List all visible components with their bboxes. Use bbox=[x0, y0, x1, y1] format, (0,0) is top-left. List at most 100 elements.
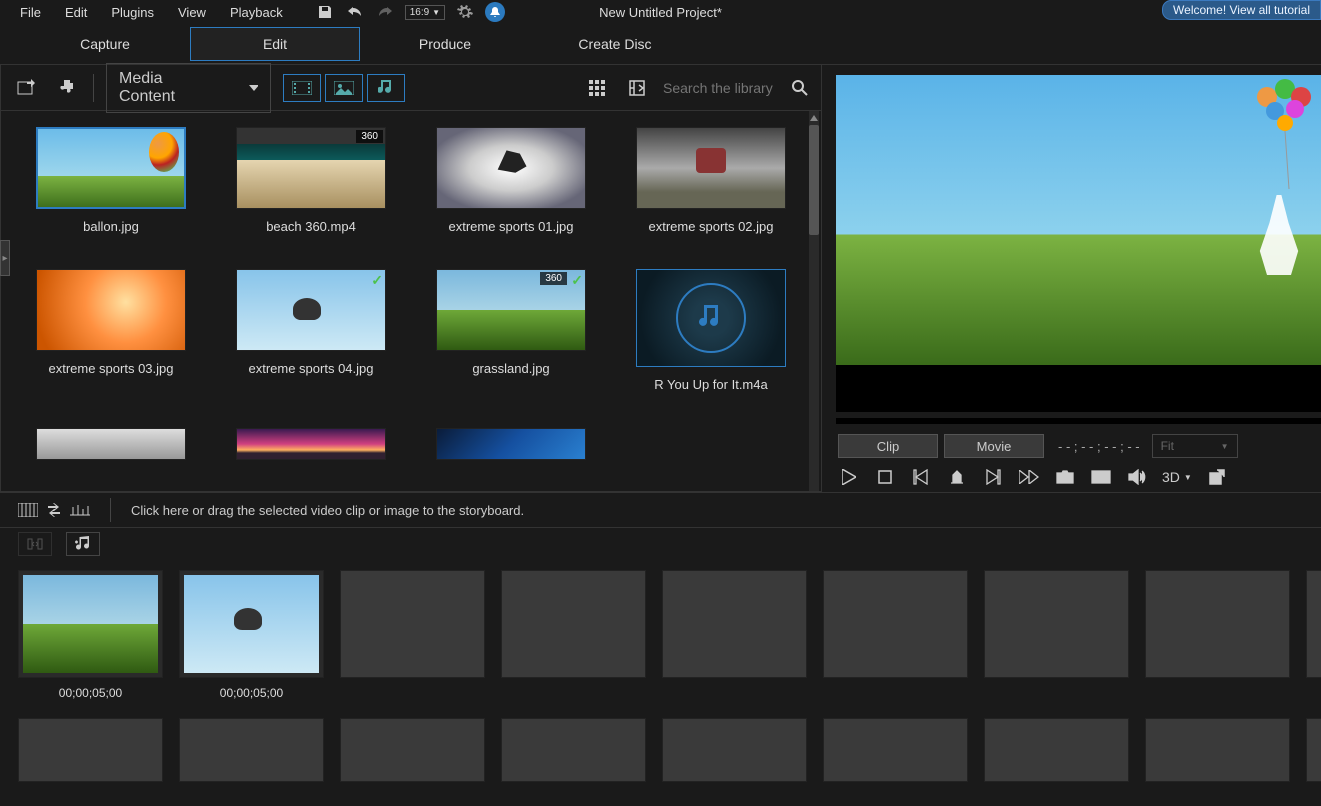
thumbnail[interactable] bbox=[436, 428, 586, 460]
redo-icon[interactable] bbox=[375, 2, 395, 22]
volume-icon[interactable] bbox=[1126, 466, 1148, 488]
thumbnail-label: extreme sports 04.jpg bbox=[248, 361, 373, 376]
storyboard-slot-empty[interactable] bbox=[662, 718, 807, 782]
settings-icon[interactable] bbox=[455, 2, 475, 22]
library-item[interactable] bbox=[431, 428, 591, 475]
thumbnail[interactable] bbox=[236, 428, 386, 460]
scrollbar-vertical[interactable] bbox=[809, 111, 819, 491]
thumbnail[interactable] bbox=[636, 269, 786, 367]
preview-viewport[interactable] bbox=[836, 75, 1321, 412]
expand-view-icon[interactable] bbox=[623, 74, 651, 102]
storyboard-slot-empty[interactable] bbox=[501, 718, 646, 782]
undo-icon[interactable] bbox=[345, 2, 365, 22]
storyboard-slot-empty[interactable] bbox=[1306, 718, 1321, 782]
trim-tool-icon[interactable] bbox=[18, 532, 52, 556]
play-icon[interactable] bbox=[838, 466, 860, 488]
search-input[interactable] bbox=[663, 80, 783, 96]
scroll-up-icon[interactable] bbox=[809, 113, 819, 123]
thumbnail-label: grassland.jpg bbox=[472, 361, 549, 376]
storyboard-slot-empty[interactable] bbox=[501, 570, 646, 678]
storyboard-hint-bar: Click here or drag the selected video cl… bbox=[0, 492, 1321, 528]
menu-edit[interactable]: Edit bbox=[53, 1, 99, 24]
aspect-ratio-dropdown[interactable]: 16:9▼ bbox=[405, 5, 445, 20]
menu-file[interactable]: File bbox=[8, 1, 53, 24]
thumbnail[interactable] bbox=[436, 127, 586, 209]
preview-content-graphic bbox=[1255, 79, 1319, 189]
storyboard-slot-empty[interactable] bbox=[340, 718, 485, 782]
library-item[interactable]: ballon.jpg bbox=[31, 127, 191, 249]
thumbnail[interactable]: ✓ bbox=[236, 269, 386, 351]
storyboard-row-2 bbox=[18, 718, 1303, 782]
scrollbar-thumb[interactable] bbox=[809, 125, 819, 235]
storyboard-slot-empty[interactable] bbox=[823, 570, 968, 678]
timeline-view-icon[interactable] bbox=[70, 503, 90, 517]
filter-audio-icon[interactable] bbox=[367, 74, 405, 102]
menu-plugins[interactable]: Plugins bbox=[99, 1, 166, 24]
thumbnail[interactable] bbox=[36, 428, 186, 460]
tab-edit[interactable]: Edit bbox=[190, 27, 360, 61]
storyboard-slot-empty[interactable] bbox=[1145, 718, 1290, 782]
search-box[interactable] bbox=[663, 79, 809, 97]
preview-timeline-track[interactable] bbox=[836, 418, 1321, 424]
save-icon[interactable] bbox=[315, 2, 335, 22]
tab-produce[interactable]: Produce bbox=[360, 28, 530, 60]
import-media-icon[interactable] bbox=[13, 74, 41, 102]
storyboard-slot-empty[interactable] bbox=[179, 718, 324, 782]
library-item[interactable]: extreme sports 03.jpg bbox=[31, 269, 191, 407]
stop-icon[interactable] bbox=[874, 466, 896, 488]
library-item[interactable]: R You Up for It.m4a bbox=[631, 269, 791, 407]
storyboard-slot-empty[interactable] bbox=[662, 570, 807, 678]
mark-in-icon[interactable] bbox=[946, 466, 968, 488]
library-item[interactable]: 360✓ grassland.jpg bbox=[431, 269, 591, 407]
storyboard-slot-filled[interactable]: 00;00;05;00 bbox=[179, 570, 324, 700]
storyboard-slot-empty[interactable] bbox=[340, 570, 485, 678]
expand-sidebar-handle[interactable]: ▸ bbox=[0, 240, 10, 276]
add-music-icon[interactable] bbox=[66, 532, 100, 556]
fast-forward-icon[interactable] bbox=[1018, 466, 1040, 488]
prev-frame-icon[interactable] bbox=[910, 466, 932, 488]
filter-image-icon[interactable] bbox=[325, 74, 363, 102]
menu-view[interactable]: View bbox=[166, 1, 218, 24]
menu-playback[interactable]: Playback bbox=[218, 1, 295, 24]
snapshot-icon[interactable] bbox=[1054, 466, 1076, 488]
tab-capture[interactable]: Capture bbox=[20, 28, 190, 60]
search-icon[interactable] bbox=[791, 79, 809, 97]
storyboard-slot-empty[interactable] bbox=[18, 718, 163, 782]
storyboard-slot-empty[interactable] bbox=[1145, 570, 1290, 678]
filter-video-icon[interactable] bbox=[283, 74, 321, 102]
subtitle-icon[interactable] bbox=[1090, 466, 1112, 488]
library-item[interactable] bbox=[231, 428, 391, 475]
library-item[interactable]: extreme sports 02.jpg bbox=[631, 127, 791, 249]
thumbnail[interactable] bbox=[36, 127, 186, 209]
storyboard-slot-empty[interactable] bbox=[823, 718, 968, 782]
next-frame-icon[interactable] bbox=[982, 466, 1004, 488]
storyboard-slot-filled[interactable]: 00;00;05;00 bbox=[18, 570, 163, 700]
thumbnail[interactable] bbox=[36, 269, 186, 351]
tab-create-disc[interactable]: Create Disc bbox=[530, 28, 700, 60]
thumbnail[interactable]: 360✓ bbox=[436, 269, 586, 351]
preview-tab-movie[interactable]: Movie bbox=[944, 434, 1044, 458]
media-content-dropdown[interactable]: Media Content bbox=[106, 63, 271, 113]
preview-tab-clip[interactable]: Clip bbox=[838, 434, 938, 458]
grid-view-icon[interactable] bbox=[583, 74, 611, 102]
thumbnail[interactable] bbox=[636, 127, 786, 209]
popout-icon[interactable] bbox=[1206, 466, 1228, 488]
storyboard-slot-empty[interactable] bbox=[1306, 570, 1321, 678]
library-item[interactable] bbox=[31, 428, 191, 475]
notification-icon[interactable] bbox=[485, 2, 505, 22]
storyboard-clip[interactable] bbox=[18, 570, 163, 678]
thumbnail[interactable]: 360 bbox=[236, 127, 386, 209]
menubar: File Edit Plugins View Playback 16:9▼ Ne… bbox=[0, 0, 1321, 24]
library-item[interactable]: 360beach 360.mp4 bbox=[231, 127, 391, 249]
storyboard-slot-empty[interactable] bbox=[984, 718, 1129, 782]
storyboard-clip[interactable] bbox=[179, 570, 324, 678]
library-item[interactable]: extreme sports 01.jpg bbox=[431, 127, 591, 249]
storyboard-slot-empty[interactable] bbox=[984, 570, 1129, 678]
3d-toggle[interactable]: 3D▼ bbox=[1162, 469, 1192, 485]
switch-view-icon[interactable] bbox=[46, 503, 62, 517]
zoom-fit-dropdown[interactable]: Fit▼ bbox=[1152, 434, 1238, 458]
library-item[interactable]: ✓ extreme sports 04.jpg bbox=[231, 269, 391, 407]
tutorial-link[interactable]: Welcome! View all tutorial bbox=[1162, 0, 1321, 20]
storyboard-view-icon[interactable] bbox=[18, 503, 38, 517]
plugins-icon[interactable] bbox=[53, 74, 81, 102]
